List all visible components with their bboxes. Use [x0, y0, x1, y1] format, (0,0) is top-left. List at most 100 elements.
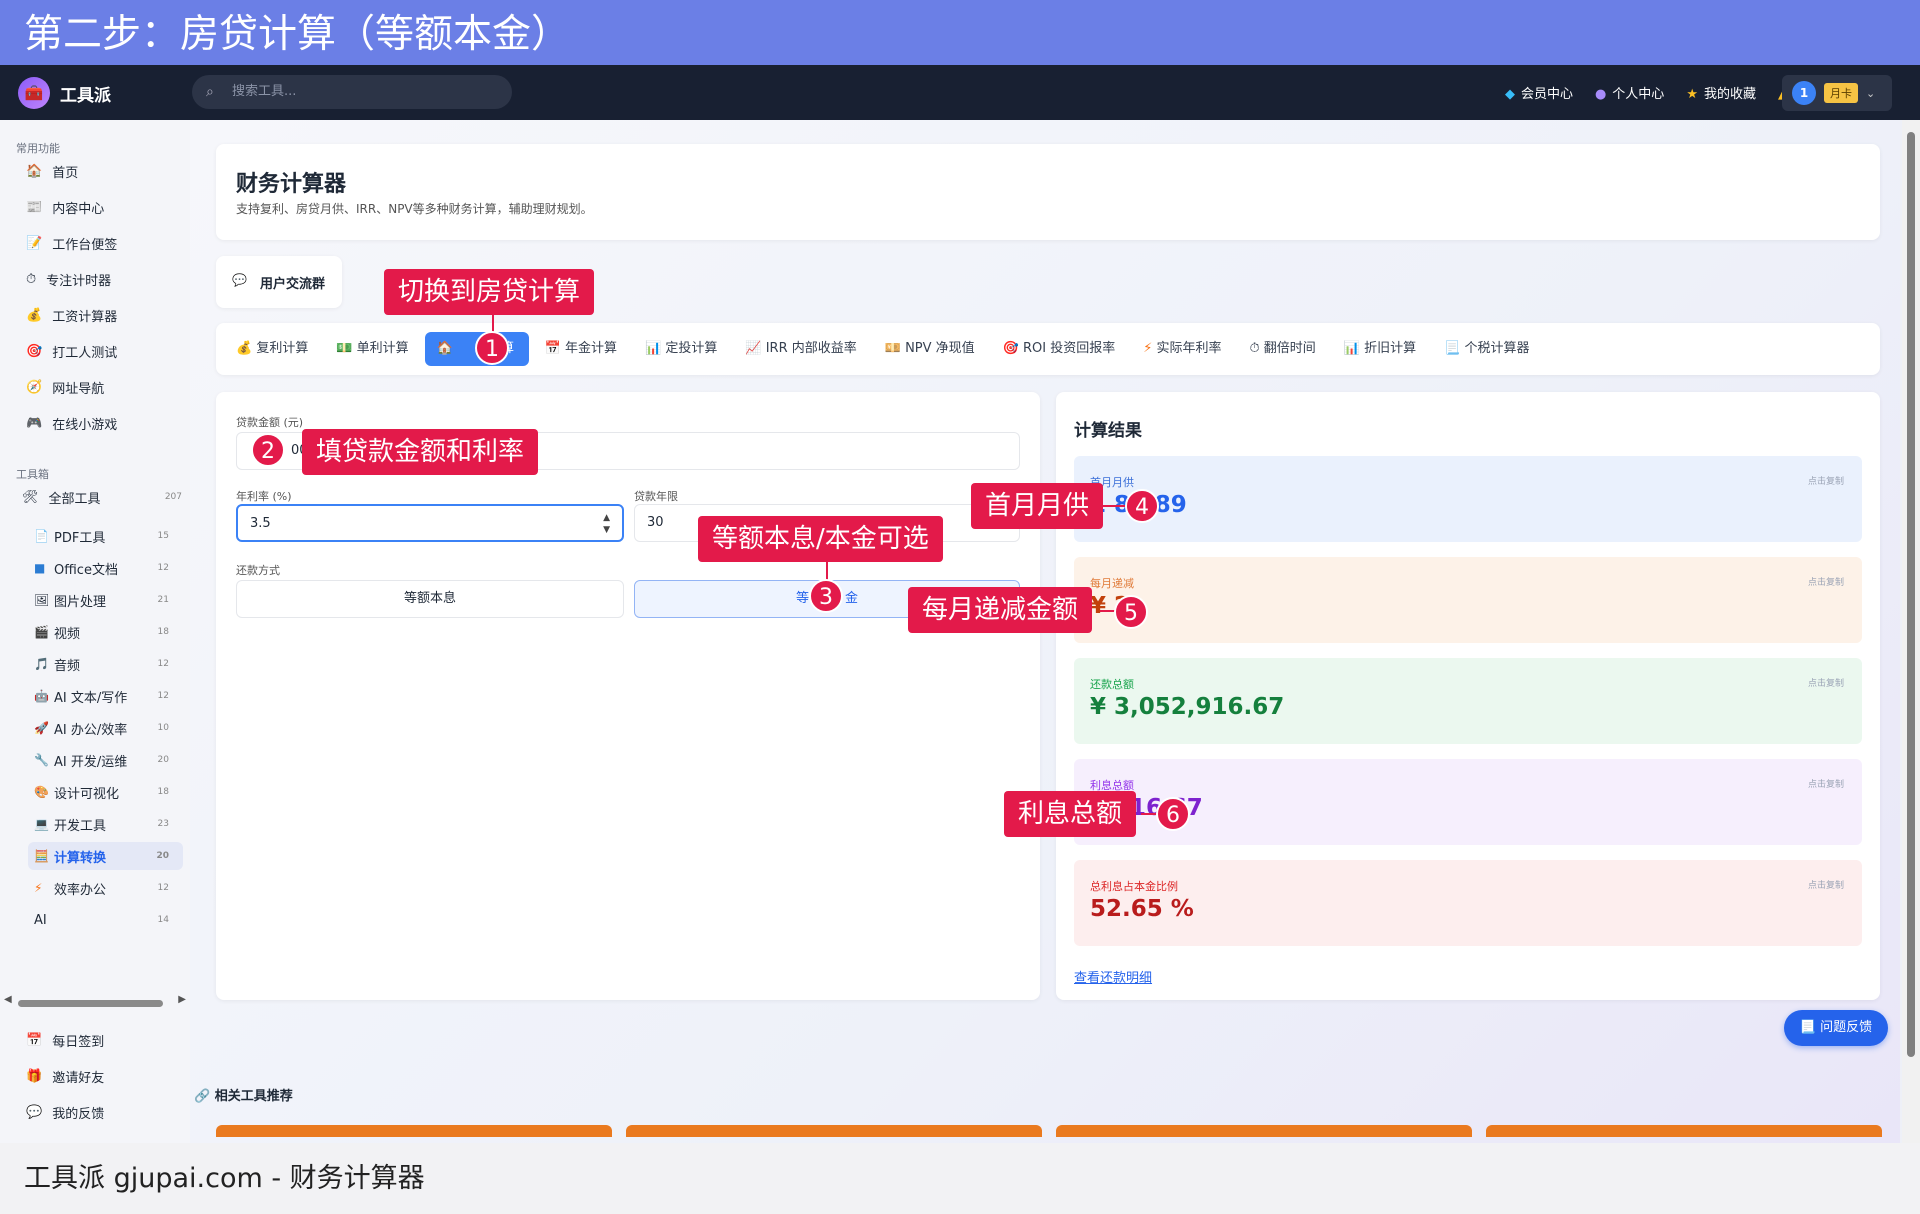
sidebar-tool-audio[interactable]: 🎵 音频 12 [28, 650, 183, 678]
step-badge-5: 5 [1114, 595, 1148, 629]
sidebar-tool-office[interactable]: ■ Office文档 12 [28, 554, 183, 582]
tab-sip[interactable]: 📊 定投计算 [633, 332, 729, 366]
sidebar-item-home[interactable]: 🏠 首页 [16, 156, 186, 186]
sidebar-item-feedback[interactable]: 💬 我的反馈 [16, 1097, 186, 1127]
page-scrollbar[interactable] [1902, 120, 1920, 1143]
tab-annuity[interactable]: 📅 年金计算 [533, 332, 629, 366]
related-card[interactable] [1056, 1125, 1472, 1137]
sidebar-count: 18 [157, 787, 169, 797]
group-chat-button[interactable]: 💬 用户交流群 [216, 256, 342, 308]
tab-doubling[interactable]: ⏱ 翻倍时间 [1238, 332, 1328, 366]
sidebar-count: 21 [157, 595, 169, 605]
music-icon: 🎵 [34, 657, 49, 671]
sidebar-tool-dev[interactable]: 💻 开发工具 23 [28, 810, 183, 838]
term-label: 贷款年限 [634, 490, 678, 503]
sidebar-item-notes[interactable]: 📝 工作台便签 [16, 228, 186, 258]
result-first-payment[interactable]: 首月月供 点击复制 1 88.89 [1074, 456, 1862, 542]
sidebar-item-label: PDF工具 [54, 530, 106, 546]
membership-badge: 月卡 [1824, 83, 1858, 103]
sidebar-tool-ai-office[interactable]: 🚀 AI 办公/效率 10 [28, 714, 183, 742]
result-interest-ratio[interactable]: 总利息占本金比例 点击复制 52.65 % [1074, 860, 1862, 946]
sidebar-tool-design[interactable]: 🎨 设计可视化 18 [28, 778, 183, 806]
sidebar-item-games[interactable]: 🎮 在线小游戏 [16, 408, 186, 438]
tab-effective-rate[interactable]: ⚡ 实际年利率 [1131, 332, 1233, 366]
sidebar-tool-image[interactable]: 🖼 图片处理 21 [28, 586, 183, 614]
scroll-thumb[interactable] [18, 1000, 163, 1007]
sidebar-horizontal-scrollbar[interactable]: ◀ ▶ [4, 994, 186, 1009]
feedback-button[interactable]: 📃 问题反馈 [1784, 1010, 1888, 1046]
scroll-left-icon[interactable]: ◀ [4, 994, 12, 1005]
calculator-icon: 🧮 [34, 849, 49, 863]
sidebar-item-label: 效率办公 [54, 882, 107, 898]
related-card[interactable] [1486, 1125, 1882, 1137]
target-icon: 🎯 [1002, 341, 1023, 356]
sidebar-section-tools: 工具箱 [16, 468, 49, 481]
tab-tax[interactable]: 📃 个税计算器 [1432, 332, 1541, 366]
sidebar-tool-ai-dev[interactable]: 🔧 AI 开发/运维 20 [28, 746, 183, 774]
related-tools-heading: 🔗 相关工具推荐 [194, 1085, 293, 1104]
callout-3: 等额本息/本金可选 [698, 516, 943, 562]
step-badge-6: 6 [1156, 797, 1190, 831]
sidebar-item-checkin[interactable]: 📅 每日签到 [16, 1025, 186, 1055]
step-badge-2: 2 [251, 433, 285, 467]
related-card[interactable] [626, 1125, 1042, 1137]
nav-profile[interactable]: ● 个人中心 [1595, 83, 1664, 102]
document-icon: 📃 [1444, 341, 1465, 356]
tab-label: 翻倍时间 [1263, 341, 1316, 356]
sidebar-item-invite[interactable]: 🎁 邀请好友 [16, 1061, 186, 1091]
sidebar-tool-efficiency[interactable]: ⚡ 效率办公 12 [28, 874, 183, 902]
sidebar-count: 12 [157, 691, 169, 701]
search-input[interactable]: ⌕ 搜索工具... [192, 75, 512, 109]
method-equal-installment[interactable]: 等额本息 [236, 580, 624, 618]
page-title: 财务计算器 [236, 172, 347, 197]
sidebar-count: 12 [157, 883, 169, 893]
sidebar-item-label: 打工人测试 [52, 345, 118, 361]
tab-depreciation[interactable]: 📊 折旧计算 [1332, 332, 1428, 366]
nav-favorites[interactable]: ★ 我的收藏 [1686, 83, 1756, 102]
tab-label: 个税计算器 [1464, 341, 1530, 356]
spinner-icon[interactable]: ▲ ▼ [603, 504, 610, 536]
sidebar-count: 20 [157, 755, 169, 765]
money-bag-icon: 💰 [26, 307, 43, 323]
money-icon: 💴 [884, 341, 906, 356]
interest-rate-input[interactable]: 3.5 ▲ ▼ [236, 504, 624, 542]
tab-label: 单利计算 [356, 341, 409, 356]
sidebar-item-worker-test[interactable]: 🎯 打工人测试 [16, 336, 186, 366]
sidebar-item-label: 首页 [52, 165, 79, 181]
sidebar-tool-calc[interactable]: 🧮 计算转换 20 [28, 842, 183, 870]
tab-label: 复利计算 [256, 341, 309, 356]
related-label: 相关工具推荐 [214, 1089, 293, 1104]
repayment-detail-link[interactable]: 查看还款明细 [1074, 967, 1152, 986]
office-icon: ■ [34, 561, 46, 575]
tab-npv[interactable]: 💴 NPV 净现值 [873, 332, 987, 366]
sidebar-item-timer[interactable]: ⏱ 专注计时器 [16, 264, 186, 294]
result-total-interest[interactable]: 利息总额 点击复制 95 16.67 [1074, 759, 1862, 845]
sidebar-tool-ai-writing[interactable]: 🤖 AI 文本/写作 12 [28, 682, 183, 710]
nav-vip[interactable]: ◆ 会员中心 [1505, 83, 1573, 102]
tab-irr[interactable]: 📈 IRR 内部收益率 [733, 332, 868, 366]
sidebar: 常用功能 🏠 首页 📰 内容中心 📝 工作台便签 ⏱ 专注计时器 💰 工资计算器 🎯 打工人… [0, 120, 190, 1143]
scroll-thumb[interactable] [1907, 132, 1915, 1057]
palette-icon: 🎨 [34, 785, 49, 799]
sidebar-item-salary[interactable]: 💰 工资计算器 [16, 300, 186, 330]
sidebar-item-label: 音频 [54, 658, 81, 674]
sidebar-tool-video[interactable]: 🎬 视频 18 [28, 618, 183, 646]
sidebar-item-nav[interactable]: 🧭 网址导航 [16, 372, 186, 402]
related-card[interactable] [216, 1125, 612, 1137]
sidebar-item-content[interactable]: 📰 内容中心 [16, 192, 186, 222]
tab-simple[interactable]: 💵 单利计算 [324, 332, 420, 366]
step-badge-1: 1 [475, 331, 509, 365]
sidebar-tool-pdf[interactable]: 📄 PDF工具 15 [28, 522, 183, 550]
result-monthly-decrease[interactable]: 每月递减 点击复制 ¥ 2 [1074, 557, 1862, 643]
result-total-payment[interactable]: 还款总额 点击复制 ¥ 3,052,916.67 [1074, 658, 1862, 744]
user-menu[interactable]: 1 月卡 ⌄ [1782, 75, 1892, 111]
tab-compound[interactable]: 💰 复利计算 [224, 332, 320, 366]
tab-roi[interactable]: 🎯 ROI 投资回报率 [991, 332, 1128, 366]
sidebar-item-all-tools[interactable]: 🛠 全部工具 207 [16, 482, 186, 512]
scroll-right-icon[interactable]: ▶ [178, 994, 186, 1005]
brand-name[interactable]: 工具派 [60, 81, 111, 106]
logo-icon[interactable]: 🧰 [18, 77, 50, 109]
sidebar-tool-ai[interactable]: AI 14 [28, 906, 183, 934]
step-badge-4: 4 [1125, 489, 1159, 523]
chat-icon: 💬 [26, 1104, 43, 1120]
